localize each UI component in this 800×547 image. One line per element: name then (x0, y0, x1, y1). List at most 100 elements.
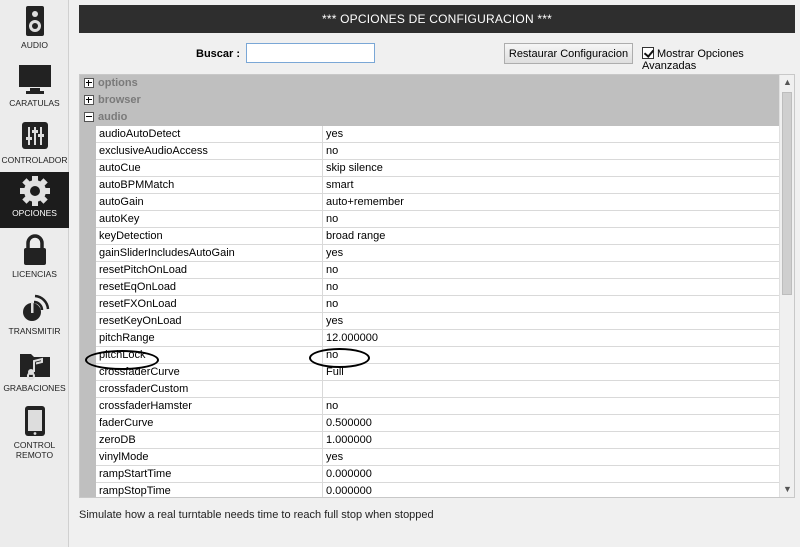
setting-value[interactable]: broad range (323, 228, 780, 245)
setting-value[interactable]: yes (323, 245, 780, 262)
setting-row[interactable]: autoGain auto+remember (80, 194, 780, 211)
setting-row[interactable]: audioAutoDetect yes (80, 126, 780, 143)
setting-key: audioAutoDetect (96, 126, 323, 143)
advanced-options-toggle[interactable]: Mostrar Opciones Avanzadas (642, 47, 800, 72)
sidebar-item-label: GRABACIONES (3, 383, 66, 393)
setting-value[interactable]: no (323, 279, 780, 296)
setting-value[interactable]: no (323, 398, 780, 415)
setting-key: crossfaderCustom (96, 381, 323, 398)
mixer-sliders-icon (0, 119, 69, 153)
setting-key: zeroDB (96, 432, 323, 449)
setting-key: autoGain (96, 194, 323, 211)
sidebar-item-controlador[interactable]: CONTROLADOR (0, 119, 69, 175)
setting-key: resetFXOnLoad (96, 296, 323, 313)
gear-icon (0, 172, 69, 206)
group-row-browser[interactable]: browser (80, 92, 780, 109)
setting-value[interactable]: 0.500000 (323, 415, 780, 432)
setting-key: resetEqOnLoad (96, 279, 323, 296)
setting-row[interactable]: rampStartTime 0.000000 (80, 466, 780, 483)
setting-value[interactable]: no (323, 211, 780, 228)
group-row-options[interactable]: options (80, 75, 780, 92)
advanced-options-checkbox[interactable] (642, 47, 654, 59)
setting-value[interactable]: no (323, 143, 780, 160)
setting-value[interactable]: smart (323, 177, 780, 194)
group-row-audio[interactable]: audio (80, 109, 780, 126)
setting-value[interactable]: 0.000000 (323, 466, 780, 483)
setting-value[interactable]: Full (323, 364, 780, 381)
setting-row[interactable]: autoKey no (80, 211, 780, 228)
setting-key: keyDetection (96, 228, 323, 245)
setting-row[interactable]: vinylMode yes (80, 449, 780, 466)
advanced-options-label: Mostrar Opciones Avanzadas (642, 48, 744, 72)
sidebar-item-licencias[interactable]: LICENCIAS (0, 233, 69, 289)
option-description: Simulate how a real turntable needs time… (79, 509, 434, 521)
setting-row[interactable]: gainSliderIncludesAutoGain yes (80, 245, 780, 262)
setting-row[interactable]: resetEqOnLoad no (80, 279, 780, 296)
sidebar-item-label: AUDIO (21, 40, 48, 50)
expand-icon[interactable] (84, 78, 94, 88)
sidebar-item-transmitir[interactable]: TRANSMITIR (0, 290, 69, 346)
sidebar-item-grabaciones[interactable]: GRABACIONES (0, 347, 69, 403)
collapse-icon[interactable] (84, 112, 94, 122)
setting-row[interactable]: zeroDB 1.000000 (80, 432, 780, 449)
setting-row[interactable]: rampStopTime 0.000000 (80, 483, 780, 497)
speaker-icon (0, 4, 69, 38)
setting-row[interactable]: resetFXOnLoad no (80, 296, 780, 313)
setting-row[interactable]: pitchRange 12.000000 (80, 330, 780, 347)
setting-value[interactable]: skip silence (323, 160, 780, 177)
setting-value[interactable]: yes (323, 313, 780, 330)
setting-value[interactable]: auto+remember (323, 194, 780, 211)
group-name: audio (98, 111, 128, 123)
setting-value[interactable]: yes (323, 126, 780, 143)
setting-row[interactable]: resetKeyOnLoad yes (80, 313, 780, 330)
setting-key: autoBPMMatch (96, 177, 323, 194)
sidebar-item-opciones[interactable]: OPCIONES (0, 172, 69, 228)
lock-icon (0, 233, 69, 267)
setting-key: exclusiveAudioAccess (96, 143, 323, 160)
setting-row[interactable]: keyDetection broad range (80, 228, 780, 245)
sidebar-item-control-remoto[interactable]: CONTROL REMOTO (0, 404, 69, 466)
sidebar-item-label: OPCIONES (12, 208, 57, 218)
tablet-icon (0, 404, 69, 438)
setting-value[interactable]: 1.000000 (323, 432, 780, 449)
setting-value[interactable] (323, 381, 780, 398)
setting-key: gainSliderIncludesAutoGain (96, 245, 323, 262)
scroll-up-icon[interactable]: ▲ (780, 75, 794, 90)
setting-key: autoKey (96, 211, 323, 228)
setting-key: vinylMode (96, 449, 323, 466)
sidebar-item-caratulas[interactable]: CARATULAS (0, 62, 69, 118)
sidebar-item-audio[interactable]: AUDIO (0, 4, 69, 60)
setting-value[interactable]: no (323, 296, 780, 313)
vertical-scrollbar[interactable]: ▲ ▼ (779, 75, 794, 497)
setting-row[interactable]: crossfaderCurve Full (80, 364, 780, 381)
expand-icon[interactable] (84, 95, 94, 105)
setting-value[interactable]: 0.000000 (323, 483, 780, 497)
setting-row[interactable]: crossfaderHamster no (80, 398, 780, 415)
setting-key: autoCue (96, 160, 323, 177)
setting-key: crossfaderHamster (96, 398, 323, 415)
sidebar-item-label: LICENCIAS (12, 269, 57, 279)
setting-row[interactable]: resetPitchOnLoad no (80, 262, 780, 279)
setting-value[interactable]: yes (323, 449, 780, 466)
setting-row[interactable]: pitchLock no (80, 347, 780, 364)
sidebar-item-label: CONTROL REMOTO (13, 440, 56, 460)
setting-row[interactable]: exclusiveAudioAccess no (80, 143, 780, 160)
setting-row[interactable]: autoBPMMatch smart (80, 177, 780, 194)
setting-key: pitchRange (96, 330, 323, 347)
music-folder-icon (0, 347, 69, 381)
setting-key: faderCurve (96, 415, 323, 432)
restore-config-button[interactable]: Restaurar Configuracion (504, 43, 633, 64)
setting-row[interactable]: faderCurve 0.500000 (80, 415, 780, 432)
setting-row[interactable]: crossfaderCustom (80, 381, 780, 398)
setting-value[interactable]: no (323, 262, 780, 279)
setting-value[interactable]: no (323, 347, 780, 364)
setting-value[interactable]: 12.000000 (323, 330, 780, 347)
scrollbar-thumb[interactable] (782, 92, 792, 295)
settings-grid: options browser audio audioAutoDetect yes… (79, 74, 795, 498)
sidebar-item-label: TRANSMITIR (8, 326, 61, 336)
scroll-down-icon[interactable]: ▼ (780, 482, 794, 497)
search-input[interactable] (246, 43, 375, 63)
setting-row[interactable]: autoCue skip silence (80, 160, 780, 177)
setting-key: resetKeyOnLoad (96, 313, 323, 330)
group-name: browser (98, 94, 141, 106)
